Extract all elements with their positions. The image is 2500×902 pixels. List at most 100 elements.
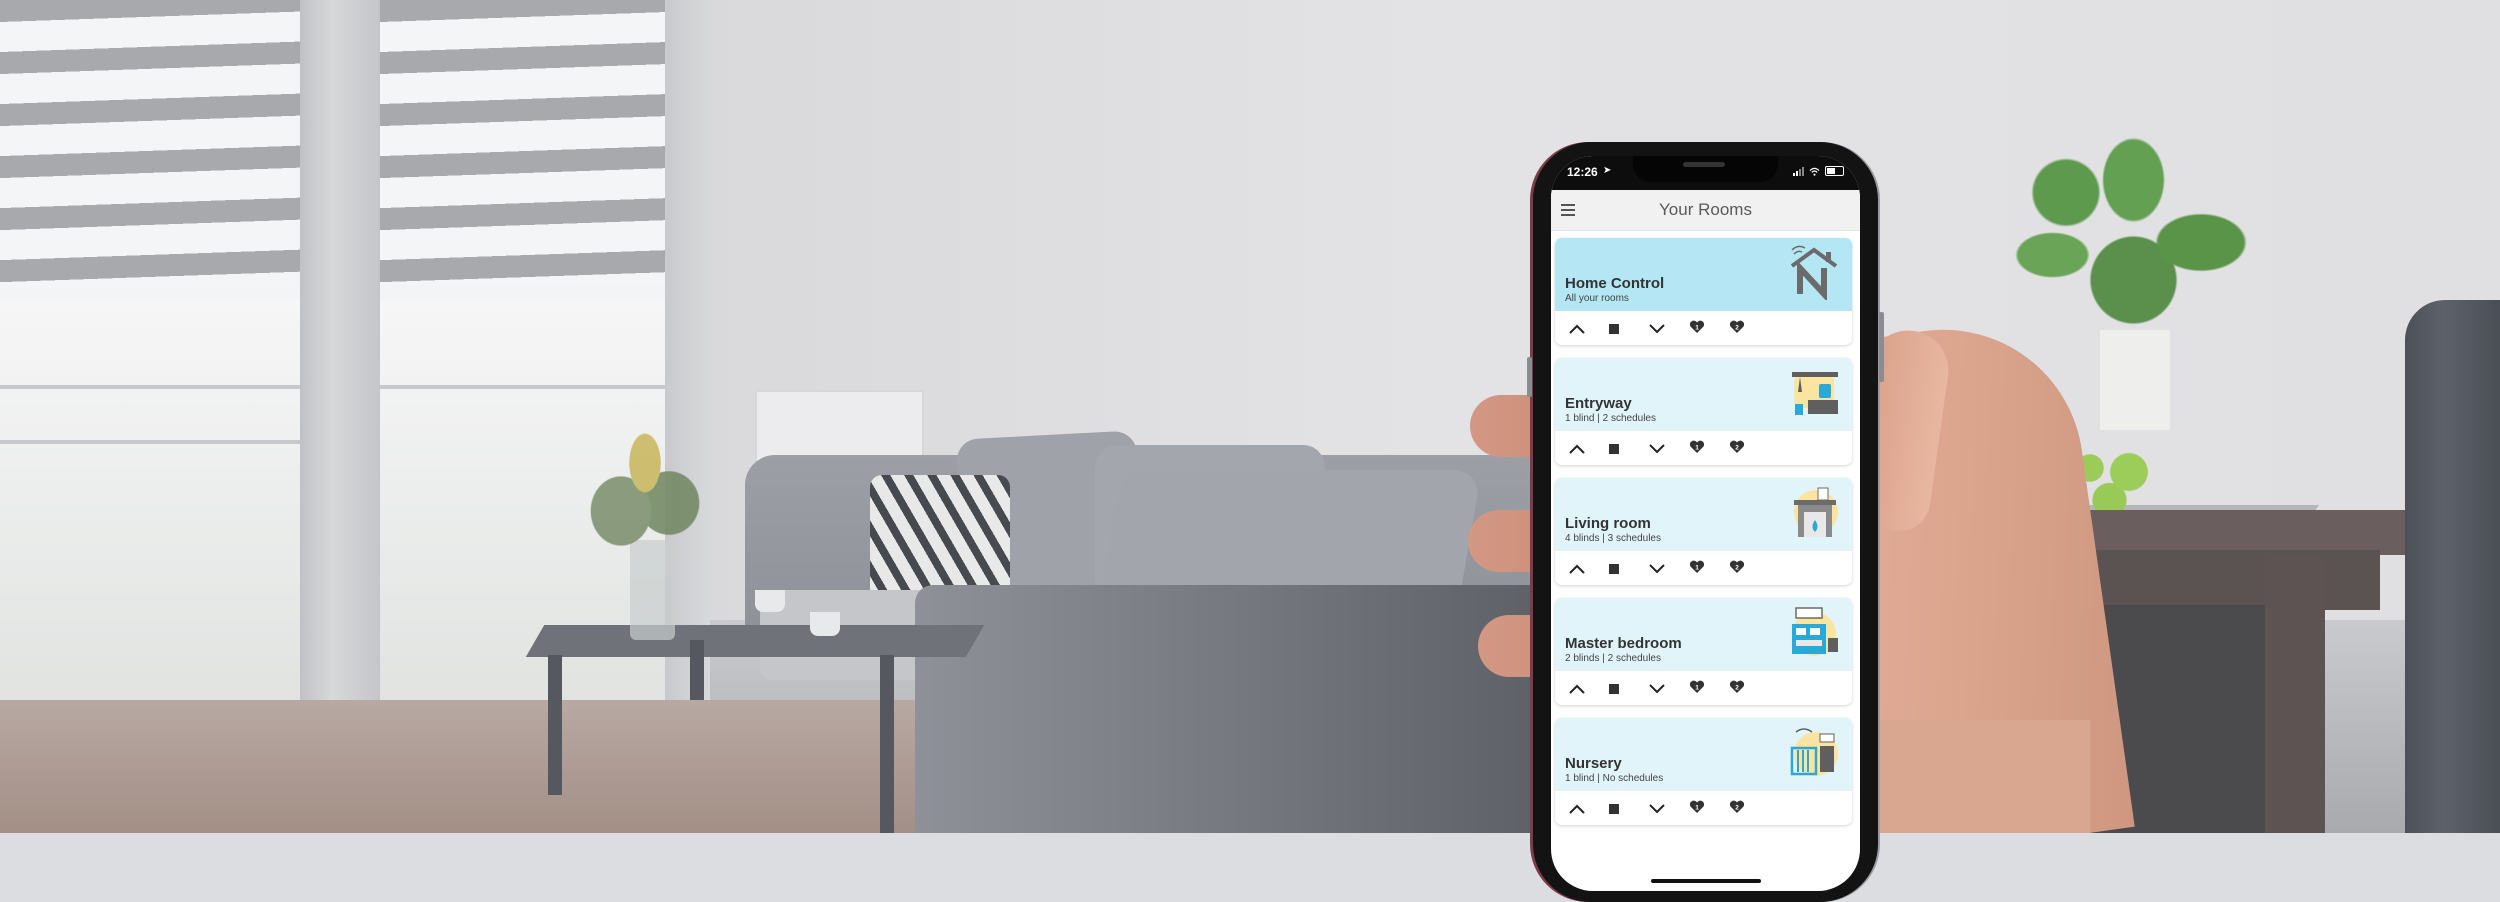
favorite-1-button[interactable]: 1 [1689,316,1729,340]
stop-button[interactable] [1609,316,1649,340]
room-subtitle: 1 blind | 2 schedules [1565,413,1656,424]
room-card-entryway[interactable]: Entryway 1 blind | 2 schedules 12 [1555,358,1852,465]
chevron-up-icon [1569,319,1585,338]
heart-1-icon: 1 [1689,679,1705,698]
fireplace-icon [1794,487,1838,537]
room-subtitle: 4 blinds | 3 schedules [1565,533,1661,544]
room-name: Home Control [1565,275,1665,292]
favorite-2-button[interactable]: 2 [1729,316,1769,340]
favorite-2-button[interactable]: 2 [1729,436,1769,460]
favorite-2-button[interactable]: 2 [1729,676,1769,700]
favorite-1-button[interactable]: 1 [1689,436,1729,460]
stop-button[interactable] [1609,556,1649,580]
card-header[interactable]: Home Control All your rooms [1555,238,1852,311]
svg-text:2: 2 [1735,804,1739,811]
patterned-pillow [870,475,1010,600]
close-down-button[interactable] [1649,676,1689,700]
room-card-living-room[interactable]: Living room 4 blinds | 3 schedules 1 2 [1555,478,1852,585]
status-bar: 12:26 ➤ [1551,156,1860,190]
window-right [380,0,665,720]
chevron-down-icon [1649,799,1665,818]
room-name: Entryway [1565,395,1632,412]
bed-icon [1792,607,1838,656]
card-header[interactable]: Living room 4 blinds | 3 schedules [1555,478,1852,551]
chevron-down-icon [1649,559,1665,578]
svg-text:2: 2 [1735,324,1739,331]
coffee-table [525,625,985,657]
favorite-1-button[interactable]: 1 [1689,676,1729,700]
room-subtitle: 1 blind | No schedules [1565,773,1664,784]
card-header[interactable]: Entryway 1 blind | 2 schedules [1555,358,1852,431]
chair [2405,300,2500,833]
room-card-master-bedroom[interactable]: Master bedroom 2 blinds | 2 schedules 1 2 [1555,598,1852,705]
wifi-icon [1809,167,1820,176]
open-up-button[interactable] [1569,436,1609,460]
close-down-button[interactable] [1649,436,1689,460]
favorite-2-button[interactable]: 2 [1729,796,1769,820]
room-subtitle: All your rooms [1565,293,1629,304]
svg-text:2: 2 [1735,564,1739,571]
room-name: Master bedroom [1565,635,1682,652]
chevron-down-icon [1649,439,1665,458]
window-left [0,0,300,760]
stop-button[interactable] [1609,676,1649,700]
app-screen: 12:26 ➤ Your Rooms Home Control All your… [1551,156,1860,891]
favorite-1-button[interactable]: 1 [1689,796,1729,820]
home-n-logo-icon [1790,245,1838,300]
room-name: Living room [1565,515,1651,532]
blind-controls: 12 [1555,311,1852,345]
close-down-button[interactable] [1649,556,1689,580]
stop-square-icon [1609,319,1619,338]
room-subtitle: 2 blinds | 2 schedules [1565,653,1661,664]
stop-button[interactable] [1609,436,1649,460]
heart-1-icon: 1 [1689,559,1705,578]
smartphone: 12:26 ➤ Your Rooms Home Control All your… [1527,142,1884,902]
tulips [585,415,705,575]
svg-text:2: 2 [1735,684,1739,691]
open-up-button[interactable] [1569,316,1609,340]
chevron-up-icon [1569,439,1585,458]
wooden-floor [0,700,1000,833]
status-time: 12:26 [1567,165,1598,179]
crib-icon [1790,728,1838,776]
stop-button[interactable] [1609,796,1649,820]
chevron-up-icon [1569,559,1585,578]
chevron-down-icon [1649,319,1665,338]
favorite-2-button[interactable]: 2 [1729,556,1769,580]
location-arrow-icon: ➤ [1603,165,1612,176]
chevron-down-icon [1649,679,1665,698]
room-card-home-control[interactable]: Home Control All your rooms 12 [1555,238,1852,345]
home-indicator[interactable] [1651,879,1761,883]
window-frame [300,0,380,750]
open-up-button[interactable] [1569,676,1609,700]
svg-text:1: 1 [1695,324,1699,331]
background-photo-living-room [0,0,2500,833]
heart-1-icon: 1 [1689,319,1705,338]
open-up-button[interactable] [1569,556,1609,580]
chevron-up-icon [1569,799,1585,818]
zebra-blinds [380,0,665,285]
svg-text:2: 2 [1735,444,1739,451]
close-down-button[interactable] [1649,796,1689,820]
zebra-blinds [0,0,300,290]
page-title: Your Rooms [1659,200,1752,219]
room-name: Nursery [1565,755,1622,772]
notch [1633,156,1778,182]
card-header[interactable]: Master bedroom 2 blinds | 2 schedules [1555,598,1852,671]
stop-square-icon [1609,439,1619,458]
battery-icon [1825,166,1844,176]
close-down-button[interactable] [1649,316,1689,340]
card-header[interactable]: Nursery 1 blind | No schedules [1555,718,1852,791]
blind-controls: 12 [1555,431,1852,465]
room-card-nursery[interactable]: Nursery 1 blind | No schedules 1 2 [1555,718,1852,825]
stop-square-icon [1609,679,1619,698]
heart-2-icon: 2 [1729,439,1745,458]
svg-text:1: 1 [1695,444,1699,451]
app-header: Your Rooms [1551,190,1860,231]
favorite-1-button[interactable]: 1 [1689,556,1729,580]
open-up-button[interactable] [1569,796,1609,820]
stop-square-icon [1609,799,1619,818]
heart-2-icon: 2 [1729,679,1745,698]
heart-1-icon: 1 [1689,799,1705,818]
heart-2-icon: 2 [1729,799,1745,818]
